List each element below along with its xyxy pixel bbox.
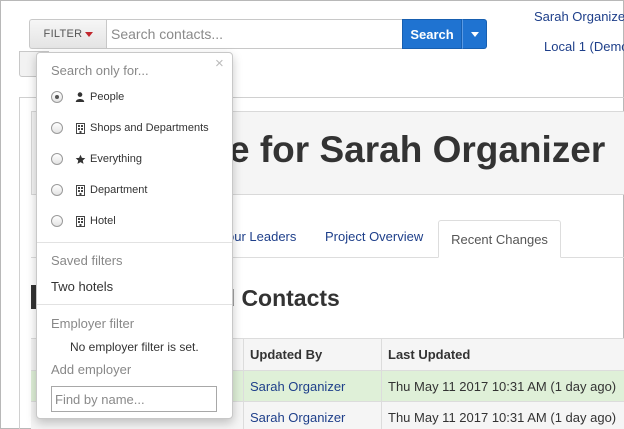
tab-project-overview[interactable]: Project Overview: [325, 229, 423, 244]
employer-search-input[interactable]: [51, 386, 217, 412]
user-menu-link[interactable]: Sarah Organize: [534, 9, 624, 24]
option-label: Everything: [90, 153, 142, 165]
building-icon: [73, 183, 87, 197]
updated-by-link[interactable]: Sarah Organizer: [244, 371, 381, 401]
option-shops-and-departments[interactable]: Shops and Departments: [51, 119, 209, 137]
radio-button[interactable]: [51, 91, 63, 103]
tab-recent-changes[interactable]: Recent Changes: [438, 220, 561, 258]
radio-button[interactable]: [51, 122, 63, 134]
option-everything[interactable]: Everything: [51, 150, 142, 168]
filter-button[interactable]: FILTER: [29, 19, 107, 49]
employer-filter-status: No employer filter is set.: [70, 340, 199, 354]
updated-by-link[interactable]: Sarah Organizer: [244, 402, 381, 429]
saved-filters-header: Saved filters: [51, 253, 123, 268]
person-icon: [73, 90, 87, 104]
saved-filter-item[interactable]: Two hotels: [51, 279, 113, 294]
building-icon: [73, 121, 87, 135]
organization-link[interactable]: Local 1 (Demo: [544, 39, 624, 54]
option-department[interactable]: Department: [51, 181, 147, 199]
option-label: Hotel: [90, 215, 116, 227]
divider: [37, 242, 232, 243]
last-updated-cell: Thu May 11 2017 10:31 AM (1 day ago): [388, 378, 617, 394]
close-icon[interactable]: ×: [215, 55, 224, 72]
option-hotel[interactable]: Hotel: [51, 212, 116, 230]
divider: [37, 304, 232, 305]
radio-button[interactable]: [51, 184, 63, 196]
search-input[interactable]: [106, 19, 403, 49]
star-icon: [73, 152, 87, 166]
section-title: d Contacts: [221, 285, 340, 311]
option-label: People: [90, 91, 125, 103]
chevron-down-icon: [85, 31, 94, 37]
page-title: e for Sarah Organizer: [229, 129, 606, 170]
column-header-updated-by[interactable]: Updated By: [244, 339, 381, 370]
search-button[interactable]: Search: [402, 19, 462, 49]
option-label: Shops and Departments: [90, 122, 209, 134]
radio-button[interactable]: [51, 153, 63, 165]
filter-dropdown: × Search only for... People Shops and De…: [36, 52, 233, 419]
tab-leaders[interactable]: our Leaders: [227, 229, 296, 244]
chevron-down-icon: [470, 31, 479, 37]
filter-label: FILTER: [43, 28, 83, 40]
column-header-last-updated[interactable]: Last Updated: [382, 339, 624, 370]
last-updated-cell: Thu May 11 2017 10:31 AM (1 day ago): [388, 409, 617, 425]
search-scope-header: Search only for...: [51, 63, 149, 78]
search-options-button[interactable]: [462, 19, 487, 49]
building-icon: [73, 214, 87, 228]
option-label: Department: [90, 184, 148, 196]
radio-button[interactable]: [51, 215, 63, 227]
option-people[interactable]: People: [51, 88, 124, 106]
add-employer-label: Add employer: [51, 362, 132, 377]
employer-filter-header: Employer filter: [51, 316, 135, 331]
